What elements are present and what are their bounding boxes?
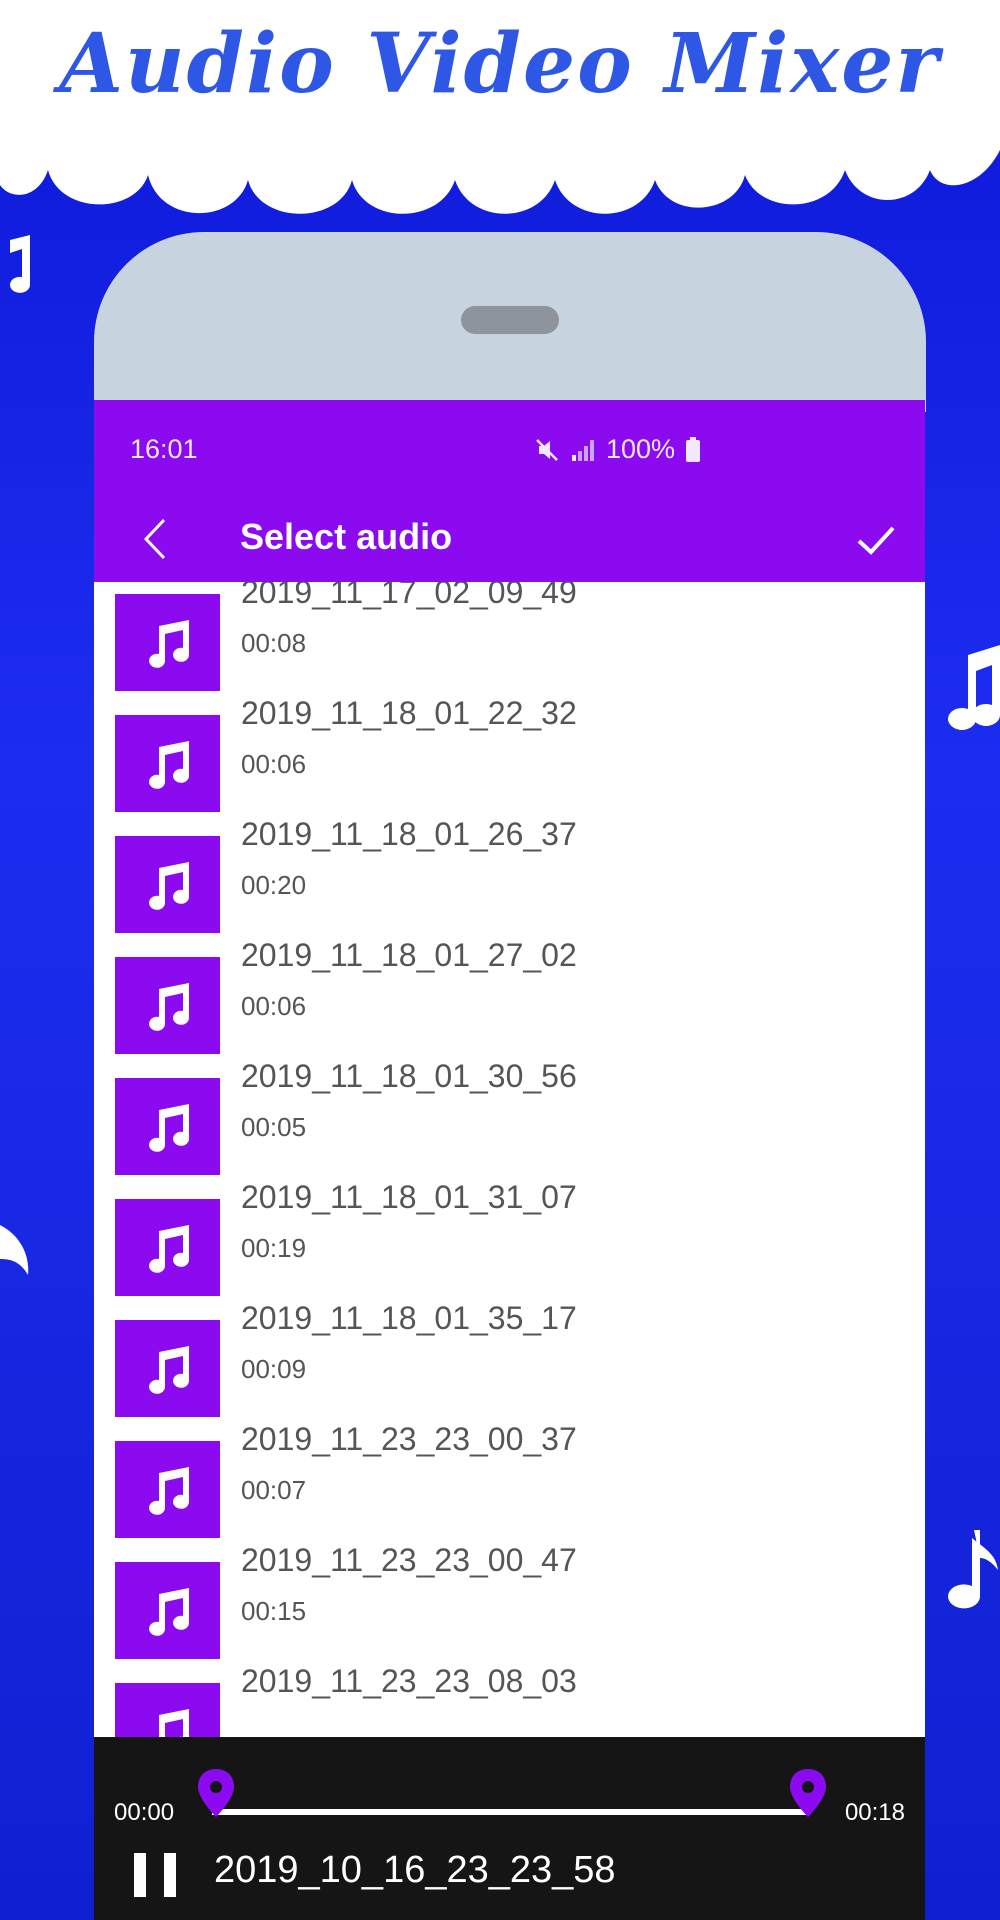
music-note-icon xyxy=(148,619,189,668)
music-note-icon xyxy=(148,1224,189,1273)
app-bar: Select audio xyxy=(94,496,925,582)
phone-speaker xyxy=(461,306,559,334)
audio-name: 2019_11_18_01_26_37 xyxy=(241,816,577,852)
list-item[interactable]: 2019_11_18_01_26_37 00:20 xyxy=(94,810,925,933)
battery-icon xyxy=(686,436,700,462)
mute-icon xyxy=(536,438,558,461)
audio-duration: 00:08 xyxy=(241,628,307,658)
audio-duration: 00:09 xyxy=(241,1354,307,1384)
audio-duration: 00:06 xyxy=(241,991,307,1021)
audio-thumbnail xyxy=(115,594,220,691)
range-start-handle[interactable] xyxy=(196,1767,236,1819)
pause-button[interactable] xyxy=(134,1853,178,1897)
music-note-icon xyxy=(148,740,189,789)
page-title: Select audio xyxy=(240,516,453,557)
audio-name: 2019_11_18_01_31_07 xyxy=(241,1179,577,1215)
audio-thumbnail xyxy=(115,957,220,1054)
list-item[interactable]: 2019_11_23_23_08_03 xyxy=(94,1657,925,1737)
audio-thumbnail xyxy=(115,1562,220,1659)
pause-icon xyxy=(134,1853,146,1897)
range-start-time: 00:00 xyxy=(114,1799,175,1826)
music-note-icon xyxy=(148,1466,189,1515)
music-note-icon xyxy=(148,861,189,910)
audio-duration: 00:20 xyxy=(241,870,307,900)
audio-thumbnail xyxy=(115,1683,220,1737)
back-button[interactable] xyxy=(132,514,182,564)
audio-name: 2019_11_23_23_00_47 xyxy=(241,1542,577,1578)
music-note-icon xyxy=(148,982,189,1031)
audio-list: 2019_11_17_02_09_49 00:08 2019_11_18_01_22… xyxy=(94,582,925,1737)
signal-icon xyxy=(571,439,594,461)
list-item[interactable]: 2019_11_18_01_27_02 00:06 xyxy=(94,931,925,1054)
now-playing-title: 2019_10_16_23_23_58 xyxy=(214,1849,616,1891)
audio-thumbnail xyxy=(115,1078,220,1175)
audio-duration: 00:15 xyxy=(241,1596,307,1626)
audio-name: 2019_11_18_01_30_56 xyxy=(241,1058,577,1094)
audio-name: 2019_11_18_01_35_17 xyxy=(241,1300,577,1336)
range-end-time: 00:18 xyxy=(844,1799,905,1826)
audio-name: 2019_11_23_23_08_03 xyxy=(241,1663,577,1699)
audio-thumbnail xyxy=(115,1320,220,1417)
audio-duration: 00:06 xyxy=(241,749,307,779)
pause-icon-bar xyxy=(164,1853,176,1897)
list-item[interactable]: 2019_11_18_01_22_32 00:06 xyxy=(94,689,925,812)
status-bar: 16:01 100% xyxy=(94,400,925,498)
audio-thumbnail xyxy=(115,836,220,933)
audio-name: 2019_11_18_01_27_02 xyxy=(241,937,577,973)
audio-duration: 00:07 xyxy=(241,1475,307,1505)
list-item[interactable]: 2019_11_18_01_35_17 00:09 xyxy=(94,1294,925,1417)
audio-thumbnail xyxy=(115,715,220,812)
range-end-handle[interactable] xyxy=(788,1767,828,1819)
battery-level: 100% xyxy=(605,434,675,464)
status-indicators: 100% xyxy=(534,434,701,465)
list-item[interactable]: 2019_11_23_23_00_47 00:15 xyxy=(94,1536,925,1659)
music-note-icon xyxy=(10,235,30,293)
audio-duration: 00:05 xyxy=(241,1112,307,1142)
audio-thumbnail xyxy=(115,1199,220,1296)
promo-title: Audio Video Mixer xyxy=(59,16,941,112)
audio-name: 2019_11_17_02_09_49 xyxy=(241,582,577,610)
music-note-icon xyxy=(148,1587,189,1636)
audio-player: 00:00 00:18 2019_10_16_23_23_58 xyxy=(94,1737,925,1920)
music-note-icon xyxy=(148,1103,189,1152)
audio-name: 2019_11_23_23_00_37 xyxy=(241,1421,577,1457)
list-item[interactable]: 2019_11_23_23_00_37 00:07 xyxy=(94,1415,925,1538)
music-note-icon xyxy=(948,645,1000,730)
music-note-icon xyxy=(0,1225,29,1275)
list-item[interactable]: 2019_11_18_01_30_56 00:05 xyxy=(94,1052,925,1175)
audio-duration: 00:19 xyxy=(241,1233,307,1263)
status-time: 16:01 xyxy=(130,434,198,464)
list-item[interactable]: 2019_11_18_01_31_07 00:19 xyxy=(94,1173,925,1296)
audio-thumbnail xyxy=(115,1441,220,1538)
audio-name: 2019_11_18_01_22_32 xyxy=(241,695,577,731)
list-item[interactable]: 2019_11_17_02_09_49 00:08 xyxy=(94,582,925,691)
range-track[interactable] xyxy=(212,1809,808,1815)
music-note-icon xyxy=(948,1530,998,1609)
music-note-icon xyxy=(148,1345,189,1394)
music-note-icon xyxy=(158,1708,189,1737)
confirm-button[interactable] xyxy=(851,514,901,564)
